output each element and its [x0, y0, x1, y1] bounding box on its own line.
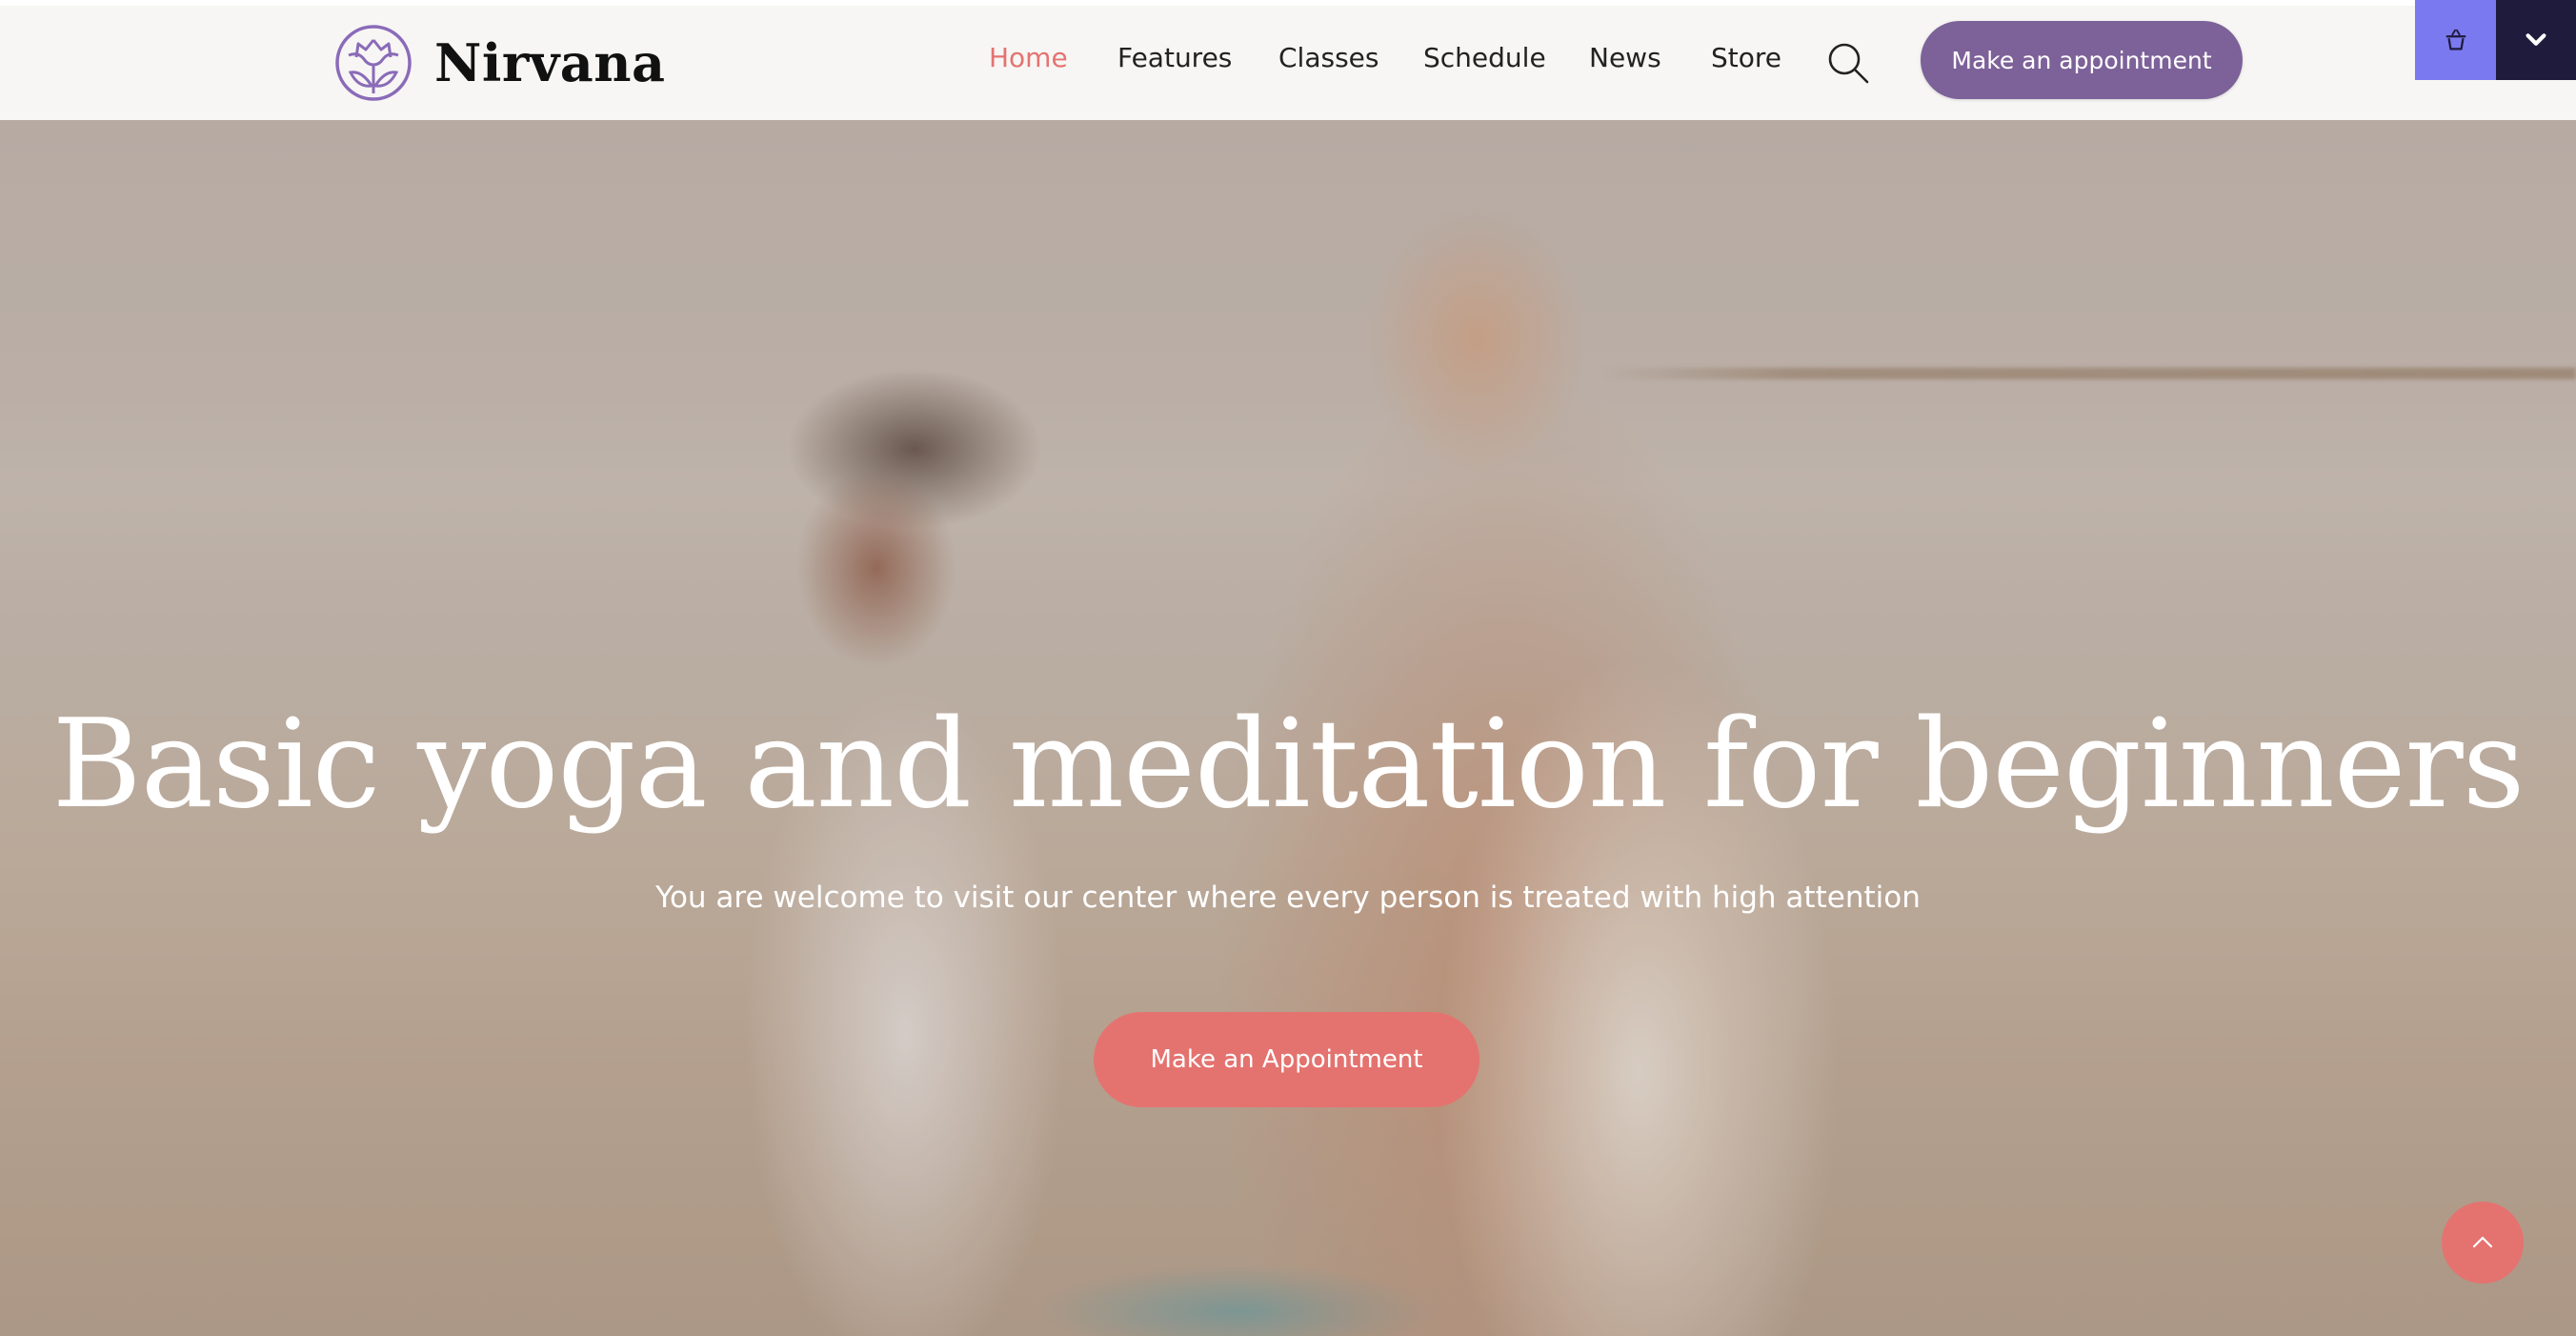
lotus-icon — [335, 25, 412, 101]
hero-make-appointment-button[interactable]: Make an Appointment — [1094, 1012, 1479, 1107]
hero-title: Basic yoga and meditation for beginners — [51, 694, 2526, 836]
chevron-down-icon — [2526, 33, 2546, 46]
menu-toggle-button[interactable] — [2496, 0, 2576, 80]
chevron-up-icon — [2472, 1236, 2493, 1248]
search-icon — [1828, 43, 1869, 84]
nav-item-store[interactable]: Store — [1711, 42, 1781, 73]
nav-item-features[interactable]: Features — [1117, 42, 1232, 73]
search-button[interactable] — [1825, 40, 1871, 86]
site-header: Nirvana Home Features Classes Schedule N… — [0, 6, 2576, 120]
hero-content: Basic yoga and meditation for beginners … — [0, 120, 2576, 1336]
nav-item-news[interactable]: News — [1589, 42, 1661, 73]
hero-section: Basic yoga and meditation for beginners … — [0, 120, 2576, 1336]
nav-item-classes[interactable]: Classes — [1278, 42, 1379, 73]
brand-name: Nirvana — [434, 32, 666, 93]
nav-item-schedule[interactable]: Schedule — [1423, 42, 1546, 73]
scroll-to-top-button[interactable] — [2442, 1202, 2524, 1284]
basket-icon — [2445, 29, 2465, 51]
nav-item-home[interactable]: Home — [989, 42, 1068, 73]
hero-subtitle: You are welcome to visit our center wher… — [655, 881, 1921, 915]
logo[interactable]: Nirvana — [333, 23, 665, 103]
make-appointment-button[interactable]: Make an appointment — [1921, 21, 2243, 99]
cart-button[interactable] — [2415, 0, 2496, 80]
